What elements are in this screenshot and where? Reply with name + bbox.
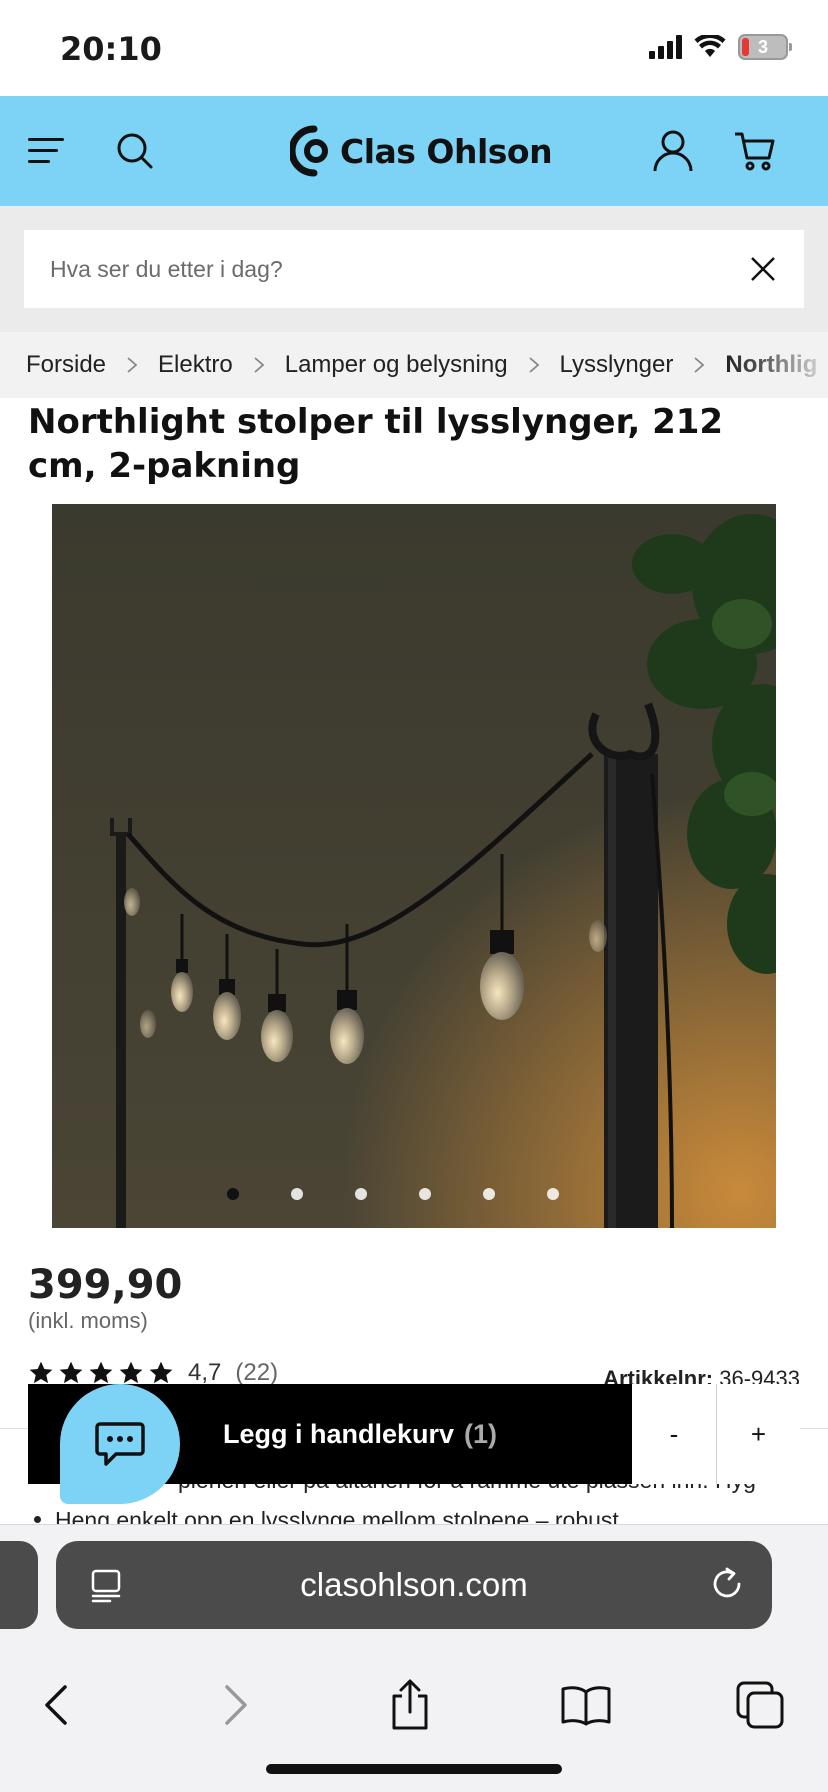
chat-button[interactable] bbox=[60, 1384, 180, 1504]
star-icon bbox=[59, 1361, 83, 1384]
carousel-dot[interactable] bbox=[227, 1188, 239, 1200]
image-carousel-dots bbox=[227, 1188, 559, 1200]
share-icon[interactable] bbox=[380, 1675, 440, 1735]
carousel-dot[interactable] bbox=[355, 1188, 367, 1200]
signal-icon bbox=[649, 35, 682, 59]
vat-note: (inkl. moms) bbox=[28, 1308, 148, 1333]
url-text: clasohlson.com bbox=[300, 1566, 528, 1603]
star-icon bbox=[89, 1361, 113, 1384]
previous-tab[interactable] bbox=[0, 1541, 38, 1629]
add-to-cart-label: Legg i handlekurv bbox=[222, 1418, 455, 1449]
battery-icon: 3 bbox=[738, 34, 792, 60]
cart-count: (1) bbox=[464, 1418, 498, 1449]
carousel-dot[interactable] bbox=[483, 1188, 495, 1200]
rating-value: 4,7 bbox=[188, 1359, 222, 1386]
increase-quantity-button[interactable]: + bbox=[716, 1384, 800, 1484]
browser-toolbar bbox=[0, 1655, 828, 1755]
breadcrumb-item[interactable]: Elektro bbox=[158, 351, 233, 379]
breadcrumb-item[interactable]: Forside bbox=[26, 351, 106, 379]
product-photo bbox=[52, 504, 776, 1228]
cart-icon[interactable] bbox=[730, 126, 780, 176]
chevron-right-icon bbox=[528, 357, 539, 373]
carousel-dot[interactable] bbox=[419, 1188, 431, 1200]
breadcrumb: Forside Elektro Lamper og belysning Lyss… bbox=[0, 332, 828, 398]
breadcrumb-current: Northlig bbox=[725, 351, 818, 378]
breadcrumb-item[interactable]: Lysslynger bbox=[560, 351, 674, 379]
tabs-icon[interactable] bbox=[730, 1675, 790, 1735]
search-icon[interactable] bbox=[110, 126, 160, 176]
carousel-dot[interactable] bbox=[547, 1188, 559, 1200]
search-input[interactable] bbox=[50, 230, 700, 308]
chat-icon bbox=[95, 1422, 145, 1466]
logo-text: Clas Ohlson bbox=[340, 131, 553, 171]
back-icon[interactable] bbox=[26, 1675, 86, 1735]
breadcrumb-item[interactable]: Lamper og belysning bbox=[285, 351, 508, 379]
user-icon[interactable] bbox=[648, 126, 698, 176]
address-bar[interactable]: clasohlson.com bbox=[56, 1541, 772, 1629]
status-icons: 3 bbox=[649, 34, 792, 60]
star-rating bbox=[28, 1360, 174, 1386]
decrease-quantity-button[interactable]: - bbox=[632, 1384, 716, 1484]
bookmarks-icon[interactable] bbox=[556, 1675, 616, 1735]
status-bar: 20:10 3 bbox=[0, 0, 828, 96]
chevron-right-icon bbox=[127, 357, 138, 373]
product-title: Northlight stolper til lysslynger, 212 c… bbox=[28, 402, 724, 486]
site-header: Clas Ohlson bbox=[0, 96, 828, 206]
carousel-dot[interactable] bbox=[291, 1188, 303, 1200]
brand-logo[interactable]: Clas Ohlson bbox=[290, 120, 553, 182]
logo-mark-icon bbox=[290, 125, 328, 177]
home-indicator bbox=[266, 1764, 562, 1774]
battery-level: 3 bbox=[757, 37, 768, 57]
status-time: 20:10 bbox=[60, 30, 162, 68]
search-bar bbox=[0, 206, 828, 332]
reader-icon[interactable] bbox=[88, 1567, 124, 1603]
star-icon bbox=[29, 1361, 53, 1384]
close-icon[interactable] bbox=[748, 254, 778, 284]
forward-icon[interactable] bbox=[206, 1675, 266, 1735]
wifi-icon bbox=[694, 35, 726, 57]
reload-icon[interactable] bbox=[708, 1565, 746, 1603]
review-count: (22) bbox=[235, 1359, 279, 1386]
chevron-right-icon bbox=[254, 357, 265, 373]
product-price: 399,90 bbox=[28, 1262, 183, 1308]
quantity-stepper: - + bbox=[632, 1384, 800, 1484]
search-box bbox=[24, 230, 804, 308]
star-icon bbox=[119, 1361, 143, 1384]
browser-chrome: clasohlson.com bbox=[0, 1524, 828, 1792]
page: 20:10 3 Clas Ohlson Hva ser du etter i d… bbox=[0, 0, 828, 1792]
product-image[interactable] bbox=[52, 504, 776, 1228]
menu-icon[interactable] bbox=[22, 126, 72, 176]
star-icon bbox=[149, 1361, 173, 1384]
chevron-right-icon bbox=[694, 357, 705, 373]
